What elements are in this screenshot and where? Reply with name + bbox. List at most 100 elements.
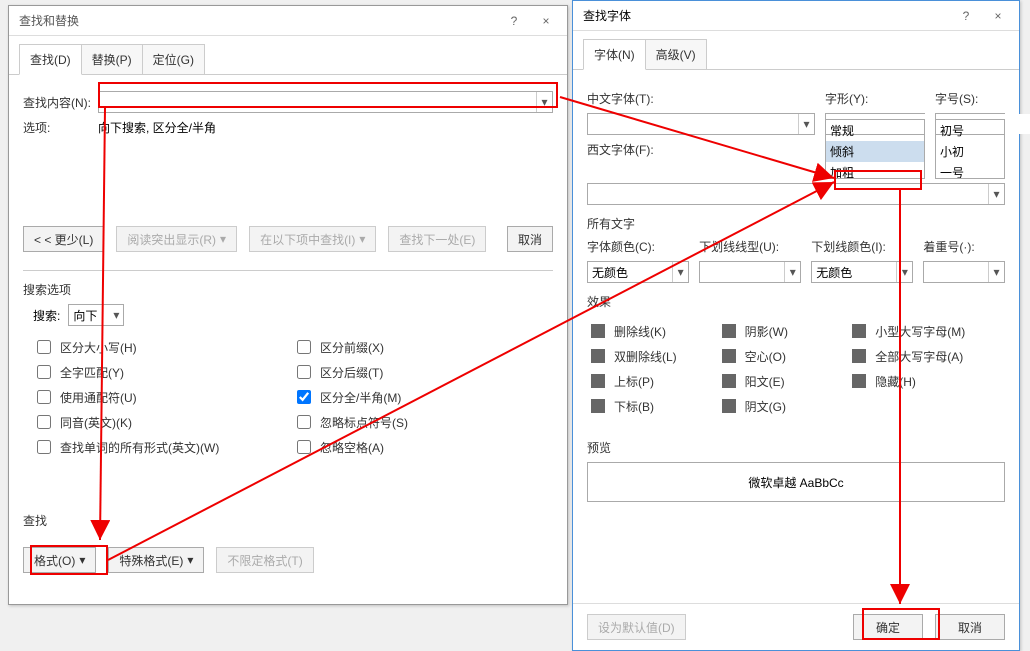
all-text-label: 所有文字 [587,215,1005,232]
check-fullhalf[interactable]: 区分全/半角(M) [293,387,553,407]
preview-box: 微软卓越 AaBbCc [587,462,1005,502]
style-label: 字形(Y): [825,90,925,107]
chevron-down-icon[interactable]: ▾ [896,262,912,282]
underline-type-label: 下划线线型(U): [699,238,801,255]
check-sounds-like[interactable]: 同音(英文)(K) [33,412,293,432]
effects-label: 效果 [587,293,1005,310]
chevron-down-icon: ▾ [79,553,85,567]
underline-color-label: 下划线颜色(I): [811,238,913,255]
size-listbox[interactable]: 初号 小初 一号 [935,119,1005,179]
dialog-title: 查找字体 [583,7,631,24]
format-button[interactable]: 格式(O) ▾ [23,547,96,573]
close-icon: × [542,14,549,28]
font-color-label: 字体颜色(C): [587,238,689,255]
check-suffix[interactable]: 区分后缀(T) [293,362,553,382]
cancel-button[interactable]: 取消 [507,226,553,252]
close-button[interactable]: × [531,10,561,32]
check-wholeword[interactable]: 全字匹配(Y) [33,362,293,382]
size-option[interactable]: 初号 [936,120,1004,141]
tab-find[interactable]: 查找(D) [19,44,82,75]
size-option[interactable]: 小初 [936,141,1004,162]
tab-replace[interactable]: 替换(P) [81,44,143,74]
effect-engrave[interactable]: 阴文(G) [718,396,849,416]
dialog-footer: 设为默认值(D) 确定 取消 [573,603,1019,650]
cancel-button[interactable]: 取消 [935,614,1005,640]
check-wordforms[interactable]: 查找单词的所有形式(英文)(W) [33,437,293,457]
underline-type-combo[interactable]: ▾ [699,261,801,283]
find-section-title: 查找 [23,512,553,529]
find-input[interactable] [99,92,536,112]
chevron-down-icon[interactable]: ▾ [988,184,1004,204]
effect-emboss[interactable]: 阳文(E) [718,371,849,391]
chevron-down-icon[interactable]: ▾ [988,262,1004,282]
en-font-label: 西文字体(F): [587,141,815,158]
check-ignore-space[interactable]: 忽略空格(A) [293,437,553,457]
find-in-button[interactable]: 在以下项中查找(I) ▾ [249,226,376,252]
effect-smallcaps[interactable]: 小型大写字母(M) [848,321,1005,341]
find-replace-dialog: 查找和替换 ? × 查找(D) 替换(P) 定位(G) 查找内容(N): ▾ 选… [8,5,568,605]
check-matchcase[interactable]: 区分大小写(H) [33,337,293,357]
effect-outline[interactable]: 空心(O) [718,346,849,366]
chevron-down-icon[interactable]: ▾ [784,262,800,282]
emphasis-combo[interactable]: ▾ [923,261,1005,283]
effect-dblstrike[interactable]: 双删除线(L) [587,346,718,366]
style-option-regular[interactable]: 常规 [826,120,924,141]
chevron-down-icon[interactable]: ▾ [672,262,688,282]
cn-font-input[interactable] [588,114,798,134]
dialog-title: 查找和替换 [19,12,79,29]
options-value: 向下搜索, 区分全/半角 [98,119,216,136]
titlebar: 查找字体 ? × [573,1,1019,31]
special-format-button[interactable]: 特殊格式(E) ▾ [108,547,204,573]
tab-advanced[interactable]: 高级(V) [645,39,707,69]
effect-super[interactable]: 上标(P) [587,371,718,391]
check-ignore-punct[interactable]: 忽略标点符号(S) [293,412,553,432]
tab-font[interactable]: 字体(N) [583,39,646,70]
dialog-body: 中文字体(T): 字形(Y): 字号(S): ▾ 西文字体(F): 常规 倾斜 … [573,70,1019,512]
effect-shadow[interactable]: 阴影(W) [718,321,849,341]
reading-highlight-button[interactable]: 阅读突出显示(R) ▾ [116,226,237,252]
search-direction-combo[interactable]: 向下 ▾ [68,304,124,326]
style-option-italic[interactable]: 倾斜 [826,141,924,162]
find-next-button[interactable]: 查找下一处(E) [388,226,486,252]
effect-allcaps[interactable]: 全部大写字母(A) [848,346,1005,366]
chevron-down-icon[interactable]: ▾ [798,114,814,134]
search-options-title: 搜索选项 [23,281,553,298]
less-button[interactable]: < < 更少(L) [23,226,104,252]
titlebar: 查找和替换 ? × [9,6,567,36]
chevron-down-icon: ▾ [109,308,123,322]
size-label: 字号(S): [935,90,1005,107]
no-format-button[interactable]: 不限定格式(T) [216,547,313,573]
effect-sub[interactable]: 下标(B) [587,396,718,416]
check-prefix[interactable]: 区分前缀(X) [293,337,553,357]
tabs: 字体(N) 高级(V) [573,31,1019,70]
underline-color-combo[interactable]: 无颜色▾ [811,261,913,283]
preview-label: 预览 [587,439,1005,456]
help-button[interactable]: ? [499,10,529,32]
search-dir-label: 搜索: [33,307,60,324]
ok-button[interactable]: 确定 [853,614,923,640]
cn-font-label: 中文字体(T): [587,90,815,107]
cn-font-combo[interactable]: ▾ [587,113,815,135]
help-button[interactable]: ? [951,5,981,27]
style-listbox[interactable]: 常规 倾斜 加粗 [825,119,925,179]
en-font-input[interactable] [588,184,988,204]
tabs: 查找(D) 替换(P) 定位(G) [9,36,567,75]
effect-hidden[interactable]: 隐藏(H) [848,371,1005,391]
options-label: 选项: [23,119,98,136]
find-input-combo[interactable]: ▾ [98,91,553,113]
emphasis-label: 着重号(·): [923,238,1005,255]
check-wildcards[interactable]: 使用通配符(U) [33,387,293,407]
tab-goto[interactable]: 定位(G) [142,44,205,74]
find-font-dialog: 查找字体 ? × 字体(N) 高级(V) 中文字体(T): 字形(Y): 字号(… [572,0,1020,651]
find-label: 查找内容(N): [23,94,98,111]
chevron-down-icon[interactable]: ▾ [536,92,552,112]
style-option-bold[interactable]: 加粗 [826,162,924,179]
font-color-combo[interactable]: 无颜色▾ [587,261,689,283]
dialog-body: 查找内容(N): ▾ 选项: 向下搜索, 区分全/半角 < < 更少(L) 阅读… [9,75,567,601]
en-font-combo[interactable]: ▾ [587,183,1005,205]
effect-strike[interactable]: 删除线(K) [587,321,718,341]
size-option[interactable]: 一号 [936,162,1004,179]
close-button[interactable]: × [983,5,1013,27]
set-default-button[interactable]: 设为默认值(D) [587,614,686,640]
help-icon: ? [511,14,518,28]
